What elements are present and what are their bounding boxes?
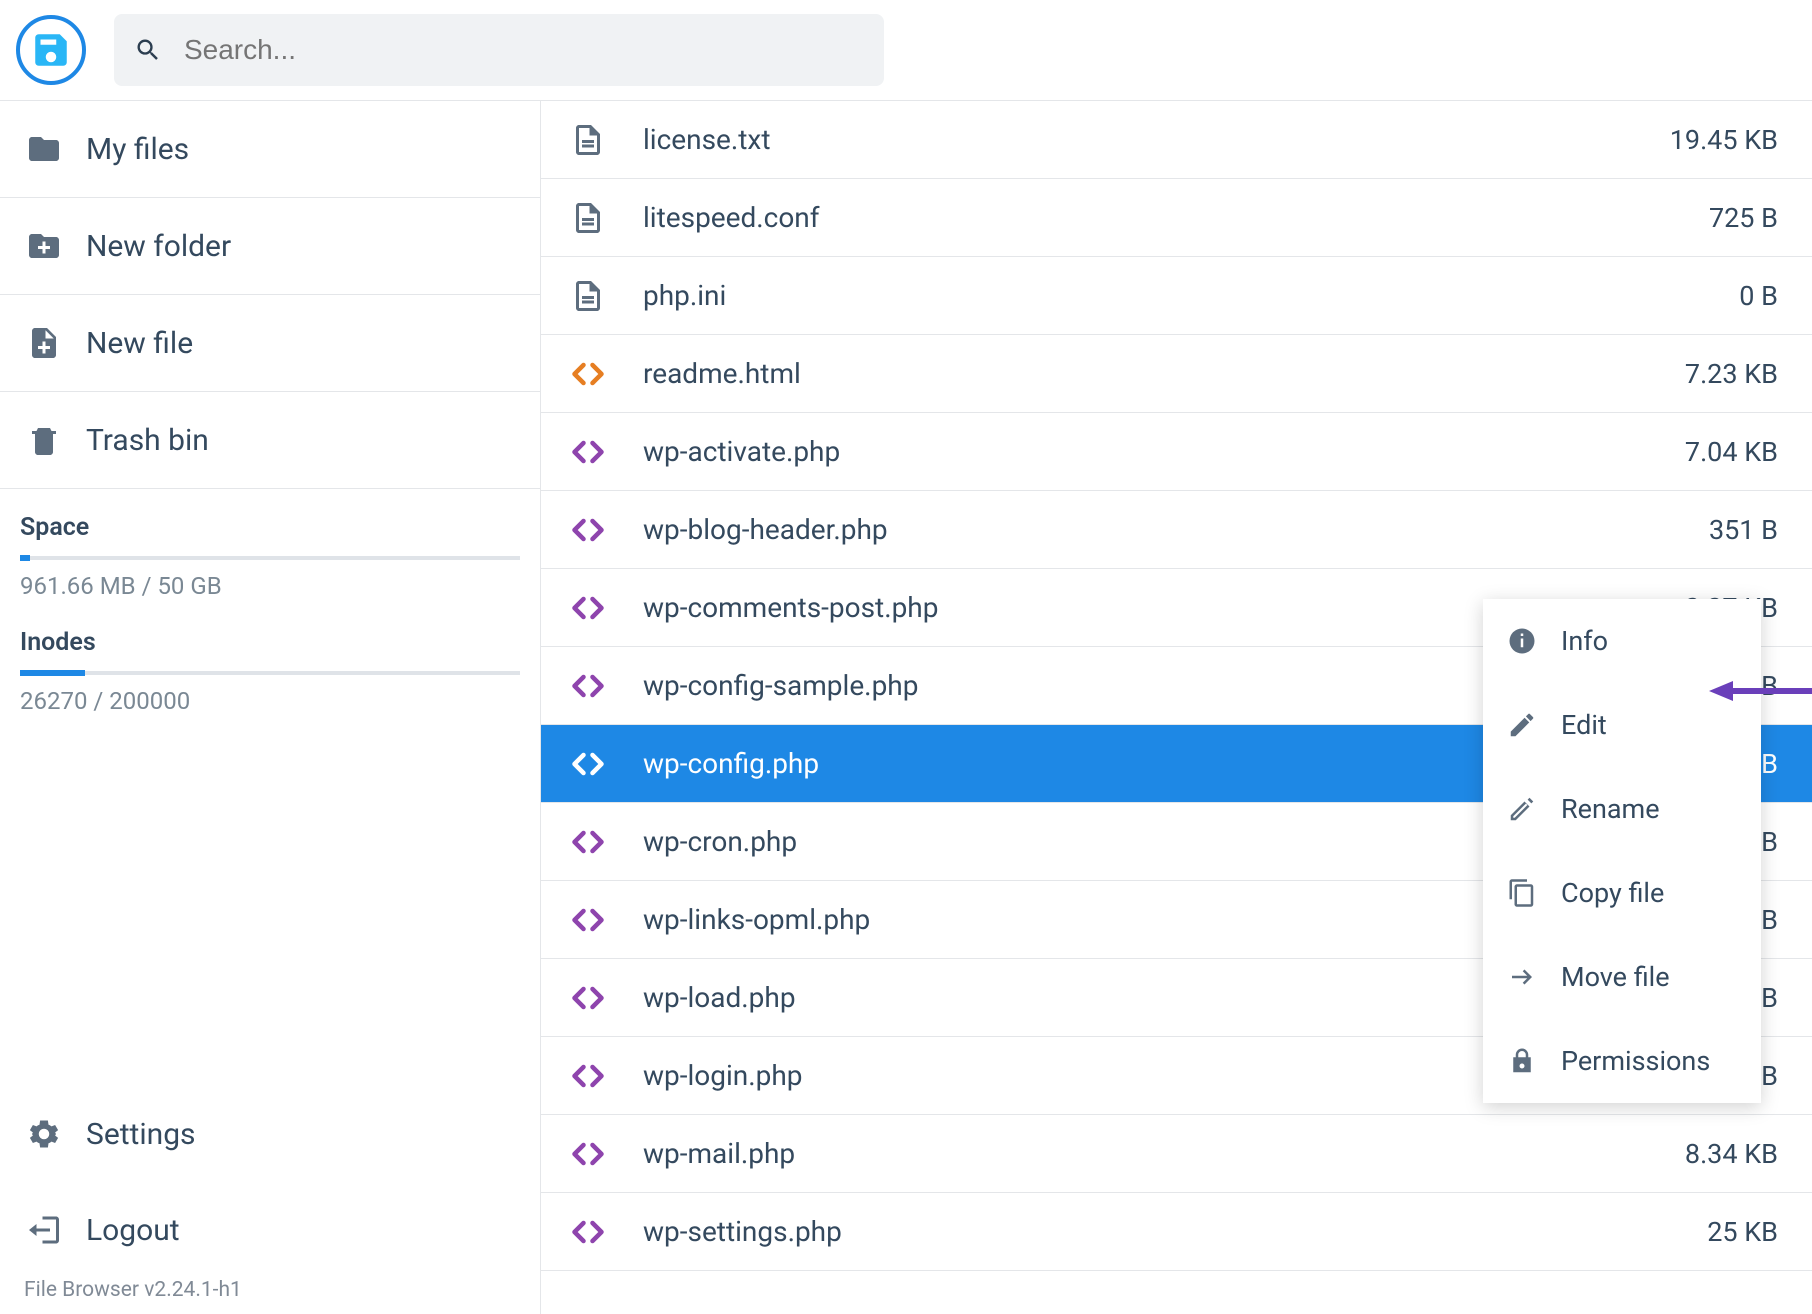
code-icon <box>569 433 607 471</box>
sidebar: My files New folder New file Trash bin S… <box>0 100 540 1314</box>
move-icon <box>1507 962 1537 992</box>
menu-item-move[interactable]: Move file <box>1483 935 1761 1019</box>
file-plus-icon <box>26 325 62 361</box>
sidebar-item-label: New file <box>86 326 193 361</box>
info-icon <box>1507 626 1537 656</box>
file-name: wp-settings.php <box>643 1215 1707 1248</box>
menu-item-copy[interactable]: Copy file <box>1483 851 1761 935</box>
file-row[interactable]: wp-blog-header.php351 B <box>541 491 1812 569</box>
file-name: license.txt <box>643 123 1670 156</box>
menu-item-label: Rename <box>1561 793 1660 825</box>
menu-item-label: Permissions <box>1561 1045 1710 1077</box>
menu-item-info[interactable]: Info <box>1483 599 1761 683</box>
file-size: 19.45 KB <box>1670 124 1778 156</box>
logout-icon <box>26 1212 62 1248</box>
space-value: 961.66 MB / 50 GB <box>20 572 520 600</box>
file-row[interactable]: litespeed.conf725 B <box>541 179 1812 257</box>
menu-item-label: Info <box>1561 625 1608 657</box>
code-icon <box>569 745 607 783</box>
folder-plus-icon <box>26 228 62 264</box>
rename-icon <box>1507 794 1537 824</box>
edit-icon <box>1507 710 1537 740</box>
file-row[interactable]: license.txt19.45 KB <box>541 101 1812 179</box>
document-icon <box>569 277 607 315</box>
sidebar-item-label: New folder <box>86 229 231 264</box>
trash-icon <box>26 422 62 458</box>
sidebar-stats: Space 961.66 MB / 50 GB Inodes 26270 / 2… <box>0 489 540 743</box>
code-icon <box>569 355 607 393</box>
file-list: license.txt19.45 KBlitespeed.conf725 Bph… <box>540 100 1812 1314</box>
file-name: readme.html <box>643 357 1685 390</box>
code-icon <box>569 1057 607 1095</box>
code-icon <box>569 1135 607 1173</box>
file-row[interactable]: wp-settings.php25 KB <box>541 1193 1812 1271</box>
sidebar-item-label: Logout <box>86 1213 180 1248</box>
file-row[interactable]: readme.html7.23 KB <box>541 335 1812 413</box>
file-size: 25 KB <box>1707 1216 1778 1248</box>
code-icon <box>569 589 607 627</box>
document-icon <box>569 121 607 159</box>
inodes-bar <box>20 671 520 675</box>
file-size: 0 B <box>1739 280 1778 312</box>
app-logo[interactable] <box>16 15 86 85</box>
inodes-label: Inodes <box>20 628 520 657</box>
document-icon <box>569 199 607 237</box>
file-size: 8.34 KB <box>1685 1138 1778 1170</box>
file-row[interactable]: php.ini0 B <box>541 257 1812 335</box>
sidebar-item-label: My files <box>86 132 189 167</box>
menu-item-label: Move file <box>1561 961 1670 993</box>
file-name: wp-mail.php <box>643 1137 1685 1170</box>
version-text: File Browser v2.24.1-h1 <box>0 1278 540 1302</box>
lock-icon <box>1507 1046 1537 1076</box>
context-menu: Info Edit Rename Copy file Move file Permissi… <box>1483 599 1761 1103</box>
save-icon <box>30 29 72 71</box>
sidebar-item-settings[interactable]: Settings <box>0 1086 540 1182</box>
search-icon <box>134 35 162 65</box>
file-row[interactable]: wp-activate.php7.04 KB <box>541 413 1812 491</box>
file-row[interactable]: wp-mail.php8.34 KB <box>541 1115 1812 1193</box>
sidebar-item-myfiles[interactable]: My files <box>0 101 540 198</box>
file-size: 7.04 KB <box>1685 436 1778 468</box>
menu-item-label: Edit <box>1561 709 1607 741</box>
code-icon <box>569 823 607 861</box>
file-size: 725 B <box>1709 202 1778 234</box>
file-name: php.ini <box>643 279 1739 312</box>
menu-item-label: Copy file <box>1561 877 1664 909</box>
sidebar-item-trash[interactable]: Trash bin <box>0 392 540 489</box>
code-icon <box>569 979 607 1017</box>
sidebar-item-newfile[interactable]: New file <box>0 295 540 392</box>
file-name: litespeed.conf <box>643 201 1709 234</box>
menu-item-lock[interactable]: Permissions <box>1483 1019 1761 1103</box>
menu-item-rename[interactable]: Rename <box>1483 767 1761 851</box>
code-icon <box>569 1213 607 1251</box>
file-name: wp-activate.php <box>643 435 1685 468</box>
sidebar-item-logout[interactable]: Logout <box>0 1182 540 1278</box>
code-icon <box>569 901 607 939</box>
search-input[interactable] <box>184 34 864 66</box>
header <box>0 0 1812 100</box>
copy-icon <box>1507 878 1537 908</box>
sidebar-item-label: Trash bin <box>86 423 209 458</box>
folder-icon <box>26 131 62 167</box>
inodes-value: 26270 / 200000 <box>20 687 520 715</box>
gear-icon <box>26 1116 62 1152</box>
menu-item-edit[interactable]: Edit <box>1483 683 1761 767</box>
search-bar[interactable] <box>114 14 884 86</box>
file-name: wp-blog-header.php <box>643 513 1709 546</box>
sidebar-item-newfolder[interactable]: New folder <box>0 198 540 295</box>
space-bar <box>20 556 520 560</box>
code-icon <box>569 667 607 705</box>
code-icon <box>569 511 607 549</box>
file-size: 7.23 KB <box>1685 358 1778 390</box>
sidebar-item-label: Settings <box>86 1117 196 1152</box>
space-label: Space <box>20 513 520 542</box>
file-size: 351 B <box>1709 514 1778 546</box>
